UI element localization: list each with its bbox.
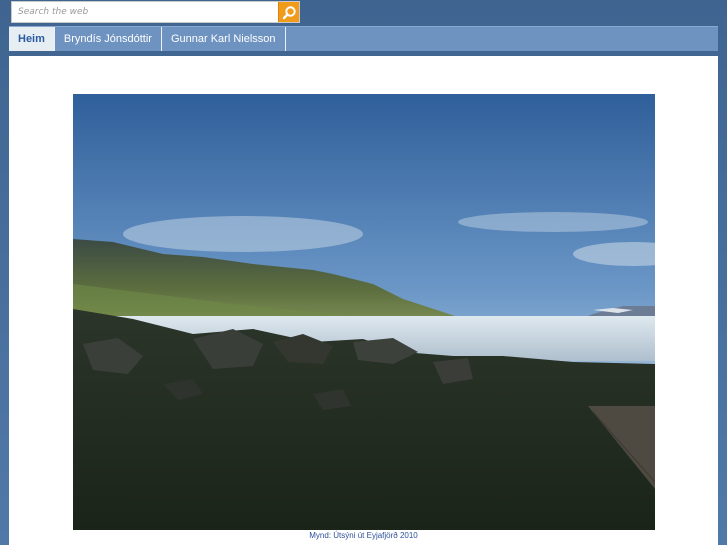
search-button[interactable]	[278, 2, 299, 22]
photo-caption: Mynd: Útsýni út Eyjafjörð 2010	[309, 531, 418, 540]
tab-gunnar-karl-nielsson[interactable]: Gunnar Karl Nielsson	[162, 27, 286, 51]
page: Heim Bryndís Jónsdóttir Gunnar Karl Niel…	[0, 0, 727, 545]
main-nav: Heim Bryndís Jónsdóttir Gunnar Karl Niel…	[9, 26, 718, 51]
search-bar	[11, 1, 300, 23]
landscape-photo-image	[73, 94, 655, 530]
tab-heim[interactable]: Heim	[9, 27, 55, 51]
landscape-photo	[73, 94, 655, 530]
tab-bryndis-jonsdottir[interactable]: Bryndís Jónsdóttir	[55, 27, 162, 51]
content-area: Mynd: Útsýni út Eyjafjörð 2010	[9, 56, 718, 545]
search-icon	[282, 5, 296, 19]
search-input[interactable]	[12, 2, 278, 22]
